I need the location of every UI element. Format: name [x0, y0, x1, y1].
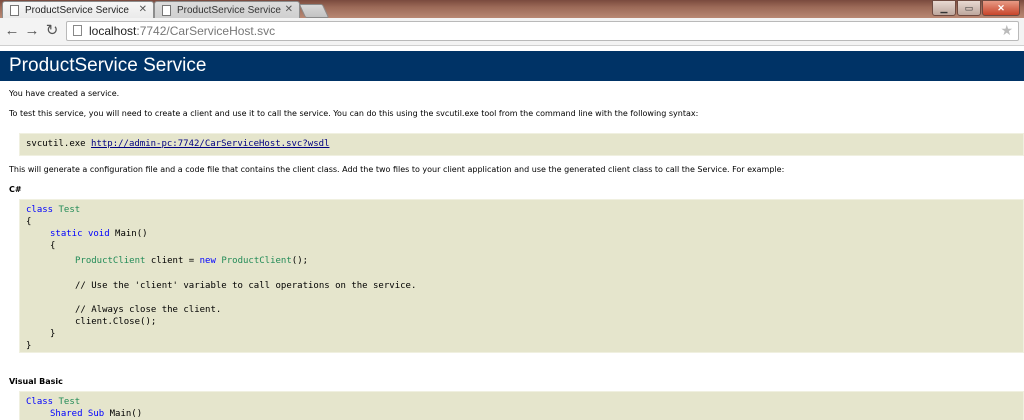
- tab-inactive[interactable]: ProductService Service ✕: [154, 1, 300, 18]
- code-comment: // Always close the client.: [75, 305, 222, 315]
- code-line: Shared Sub Main(): [50, 409, 143, 419]
- page-content: ProductService Service You have created …: [0, 45, 1024, 420]
- code-line: }: [50, 329, 56, 339]
- generate-text: This will generate a configuration file …: [9, 165, 785, 174]
- code-line: }: [26, 341, 32, 351]
- instructions-text: To test this service, you will need to c…: [9, 109, 699, 118]
- page-icon: [73, 25, 82, 36]
- close-tab-icon[interactable]: ✕: [139, 4, 147, 15]
- page-title: ProductService Service: [0, 51, 1024, 81]
- code-line: static void Main(): [50, 229, 148, 239]
- csharp-code-box: class Test { static void Main() { Produc…: [19, 199, 1024, 353]
- back-icon[interactable]: ←: [3, 22, 21, 40]
- tab-strip: ProductService Service ✕ ProductService …: [0, 0, 1024, 18]
- code-line: Class Test: [26, 397, 81, 407]
- intro-text: You have created a service.: [9, 89, 120, 98]
- minimize-button[interactable]: ▁: [932, 0, 956, 16]
- page-icon: [10, 5, 19, 16]
- tab-active[interactable]: ProductService Service ✕: [2, 1, 154, 18]
- code-line: {: [26, 217, 32, 227]
- vb-label: Visual Basic: [9, 377, 63, 386]
- window-controls: ▁ ▭ ✕: [931, 0, 1020, 16]
- page-icon: [162, 5, 171, 16]
- browser-chrome: ProductService Service ✕ ProductService …: [0, 0, 1024, 46]
- code-comment: // Use the 'client' variable to call ope…: [75, 281, 417, 291]
- wsdl-link[interactable]: http://admin-pc:7742/CarServiceHost.svc?…: [91, 139, 329, 149]
- bookmark-star-icon[interactable]: ★: [1000, 22, 1013, 39]
- close-window-button[interactable]: ✕: [982, 0, 1020, 16]
- csharp-label: C#: [9, 185, 22, 194]
- url-text: localhost:7742/CarServiceHost.svc: [89, 24, 276, 38]
- code-line: class Test: [26, 205, 81, 215]
- address-bar[interactable]: localhost:7742/CarServiceHost.svc ★: [66, 21, 1019, 41]
- code-line: ProductClient client = new ProductClient…: [75, 256, 309, 266]
- code-line: {: [50, 241, 56, 251]
- reload-icon[interactable]: ↻: [43, 22, 61, 40]
- vb-code-box: Class Test Shared Sub Main(): [19, 391, 1024, 420]
- tab-title: ProductService Service: [177, 5, 281, 16]
- code-line: client.Close();: [75, 317, 157, 327]
- toolbar: ← → ↻ localhost:7742/CarServiceHost.svc …: [0, 18, 1024, 46]
- svcutil-command: svcutil.exe: [26, 139, 92, 149]
- maximize-button[interactable]: ▭: [957, 0, 981, 16]
- tab-title: ProductService Service: [25, 5, 129, 16]
- forward-icon[interactable]: →: [23, 22, 41, 40]
- new-tab-button[interactable]: [298, 4, 330, 18]
- close-tab-icon[interactable]: ✕: [285, 4, 293, 15]
- svcutil-box: svcutil.exe http://admin-pc:7742/CarServ…: [19, 133, 1024, 156]
